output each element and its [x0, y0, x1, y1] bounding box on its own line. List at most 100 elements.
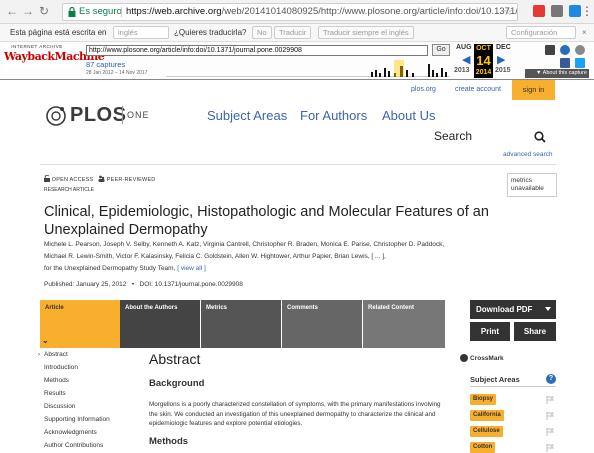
bullet-separator: • [128, 281, 138, 288]
prev-month[interactable]: AUG [456, 44, 472, 51]
background-heading: Background [149, 378, 205, 389]
article-page: PLOS ONE Subject Areas For Authors About… [0, 80, 594, 453]
current-section-marker-icon: › [38, 352, 40, 358]
methods-heading: Methods [149, 436, 189, 447]
prev-year[interactable]: 2013 [454, 67, 470, 74]
reload-icon[interactable]: ↻ [37, 4, 51, 18]
help-icon[interactable]: ? [546, 374, 556, 384]
subject-tag-cellulose[interactable]: Cellulose [470, 426, 503, 437]
flag-icon[interactable] [546, 444, 554, 452]
sidebar-item-author-contributions[interactable]: Author Contributions [44, 442, 103, 449]
wayback-toolbar: INTERNET ARCHIVE WaybackMachine http://w… [0, 42, 594, 80]
translate-no-button[interactable]: No [252, 26, 272, 39]
close-icon[interactable] [575, 45, 585, 55]
translate-always-button[interactable]: Traducir siempre el inglés [318, 26, 414, 39]
plos-logo-text: PLOS [70, 104, 127, 126]
tab-related-content[interactable]: Related Content [363, 300, 445, 348]
next-month[interactable]: DEC [496, 44, 511, 51]
translate-prompt: Esta página está escrita en [10, 28, 107, 37]
wayback-go-button[interactable]: Go [432, 44, 450, 56]
publication-info: Published: January 25, 2012 • DOI: 10.13… [44, 281, 243, 288]
tab-about-authors[interactable]: About the Authors [120, 300, 200, 348]
translate-config-select[interactable]: Configuración [506, 26, 576, 39]
article-type: RESEARCH ARTICLE [44, 187, 94, 193]
forward-icon[interactable]: → [21, 4, 35, 18]
internet-archive-label: INTERNET ARCHIVE [11, 44, 63, 49]
flag-icon[interactable] [546, 412, 554, 420]
extension-icon[interactable] [533, 5, 545, 17]
share-button[interactable]: Share [514, 322, 556, 341]
peer-review-icon [98, 175, 105, 182]
download-pdf-label: Download PDF [476, 305, 533, 314]
captures-link[interactable]: 87 captures [86, 60, 125, 69]
plos-one-label: ONE [127, 110, 150, 120]
sidebar-item-introduction[interactable]: Introduction [44, 364, 78, 371]
search-placeholder: Search [434, 129, 473, 143]
tab-article[interactable]: Article ⌄ [40, 300, 120, 348]
author-list: for the Unexplained Dermopathy Study Tea… [44, 265, 464, 272]
back-icon[interactable]: ← [5, 4, 19, 18]
sidebar-item-abstract[interactable]: Abstract [44, 351, 68, 358]
print-button[interactable]: Print [470, 322, 510, 341]
extension-icon[interactable] [551, 5, 563, 17]
translate-button[interactable]: Traducir [274, 26, 312, 39]
wayback-url-input[interactable]: http://www.plosone.org/article/info:doi/… [86, 45, 428, 56]
wayback-capture-icon[interactable] [545, 45, 555, 55]
download-pdf-button[interactable]: Download PDF [470, 300, 556, 319]
plos-logo-icon [46, 106, 66, 126]
search-icon[interactable] [534, 131, 546, 143]
tab-metrics[interactable]: Metrics [201, 300, 281, 348]
tab-label: About the Authors [125, 305, 178, 311]
article-title: Clinical, Epidemiologic, Histopathologic… [44, 204, 489, 238]
study-team: for the Unexplained Dermopathy Study Tea… [44, 265, 176, 272]
nav-for-authors[interactable]: For Authors [300, 108, 367, 123]
background-text: Morgellons is a poorly characterized con… [149, 401, 441, 427]
prev-capture-icon[interactable]: ◀ [462, 53, 470, 66]
metrics-box: metrics unavailable [507, 173, 557, 197]
doi: DOI: 10.1371/journal.pone.0029908 [139, 281, 243, 288]
tab-label: Comments [287, 305, 319, 311]
open-access-badge: OPEN ACCESS [44, 174, 93, 183]
search-input[interactable]: Search [428, 125, 552, 149]
current-month: OCT [476, 45, 491, 52]
about-capture-button[interactable]: ▼ About this capture [525, 69, 589, 78]
subject-tag-cotton[interactable]: Cotton [470, 442, 496, 453]
translate-language-select[interactable]: inglés [113, 26, 169, 39]
address-bar[interactable]: Es seguro https://web.archive.org/web/20… [62, 3, 518, 21]
author-list: Michele L. Pearson, Joseph V. Selby, Ken… [44, 241, 445, 248]
menu-icon[interactable]: ⋮ [580, 4, 594, 18]
sidebar-item-supporting-information[interactable]: Supporting Information [44, 416, 110, 423]
sidebar-item-results[interactable]: Results [44, 390, 66, 397]
next-capture-icon[interactable]: ▶ [497, 53, 505, 66]
peer-reviewed-badge: PEER-REVIEWED [98, 175, 155, 183]
secure-label: Es seguro [79, 6, 122, 17]
create-account-link[interactable]: create account [455, 86, 501, 93]
advanced-search-link[interactable]: advanced search [503, 151, 553, 158]
plos-org-link[interactable]: plos.org [411, 86, 436, 93]
subject-tag-california[interactable]: California [470, 410, 504, 421]
nav-about-us[interactable]: About Us [382, 108, 435, 123]
sidebar-item-acknowledgments[interactable]: Acknowledgments [44, 429, 97, 436]
view-all-authors-link[interactable]: [ view all ] [177, 265, 206, 272]
header-divider [40, 164, 556, 165]
sidebar-item-discussion[interactable]: Discussion [44, 403, 75, 410]
captures-range: 28 Jan 2012 – 14 Nov 2017 [86, 70, 148, 76]
subject-tag-biopsy[interactable]: Biopsy [470, 394, 497, 405]
sign-in-button[interactable]: sign in [512, 80, 555, 100]
help-icon[interactable] [560, 45, 570, 55]
facebook-icon[interactable] [560, 58, 570, 68]
plos-logo[interactable]: PLOS ONE [45, 101, 155, 131]
caret-down-icon[interactable] [545, 307, 551, 311]
captures-sparkline[interactable] [166, 58, 450, 78]
close-icon[interactable]: × [582, 28, 587, 37]
next-year[interactable]: 2015 [495, 67, 511, 74]
bookmark-star-icon[interactable]: ☆ [503, 4, 513, 20]
twitter-icon[interactable] [575, 58, 585, 68]
crossmark-link[interactable]: CrossMark [460, 354, 504, 362]
flag-icon[interactable] [546, 396, 554, 404]
nav-subject-areas[interactable]: Subject Areas [207, 108, 287, 123]
wayback-logo[interactable]: INTERNET ARCHIVE WaybackMachine [4, 44, 105, 68]
tab-comments[interactable]: Comments [282, 300, 362, 348]
sidebar-item-methods[interactable]: Methods [44, 377, 69, 384]
flag-icon[interactable] [546, 428, 554, 436]
